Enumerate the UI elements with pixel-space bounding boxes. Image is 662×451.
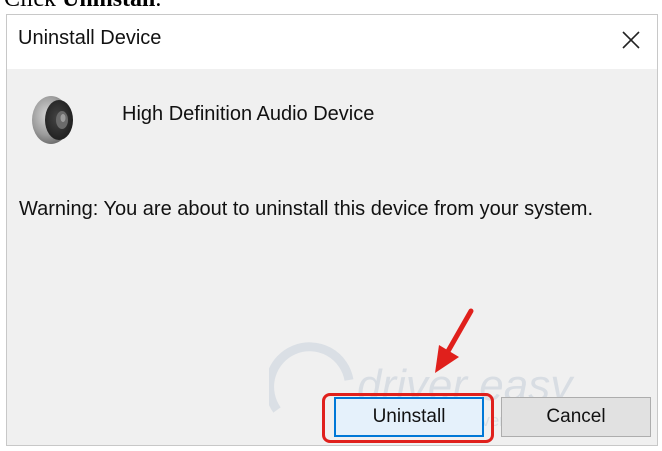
- speaker-icon: [32, 96, 73, 144]
- dialog-titlebar: Uninstall Device: [7, 15, 657, 69]
- caption-suffix: .: [155, 0, 161, 12]
- close-button[interactable]: [605, 15, 657, 65]
- caption-bold: Uninstall: [62, 0, 155, 12]
- uninstall-button[interactable]: Uninstall: [334, 397, 484, 437]
- caption-prefix: Click: [4, 0, 62, 12]
- dialog-title: Uninstall Device: [18, 27, 162, 49]
- red-arrow-icon: [435, 308, 474, 373]
- device-name: High Definition Audio Device: [122, 103, 375, 125]
- close-icon: [622, 31, 640, 49]
- uninstall-device-dialog: Uninstall Device High Definition Audio D…: [6, 14, 658, 446]
- cancel-button[interactable]: Cancel: [501, 397, 651, 437]
- warning-text: Warning: You are about to uninstall this…: [19, 198, 593, 220]
- instruction-caption: Click Uninstall.: [4, 0, 161, 13]
